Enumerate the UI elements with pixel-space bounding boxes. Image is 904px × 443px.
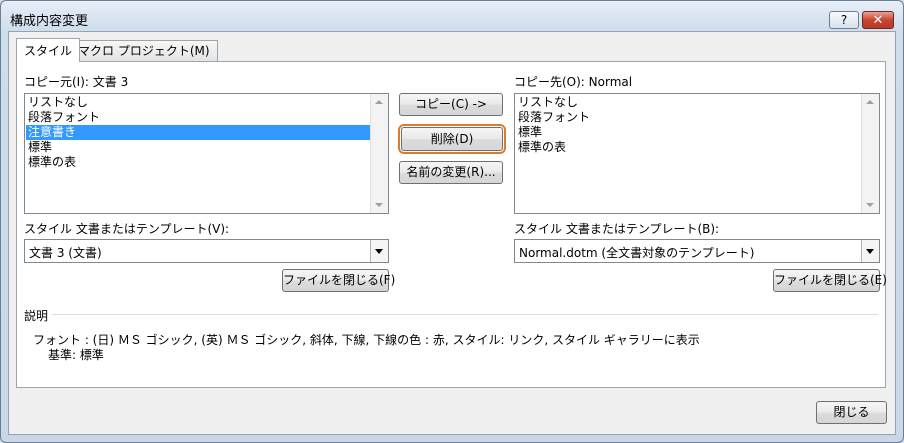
target-template-dropdown[interactable] bbox=[861, 240, 879, 262]
copy-to-label: コピー先(O): Normal bbox=[514, 75, 633, 89]
window-title: 構成内容変更 bbox=[10, 14, 89, 29]
target-close-file-button[interactable]: ファイルを閉じる(E) bbox=[773, 269, 887, 292]
tab-macro-project[interactable]: マクロ プロジェクト(M) bbox=[70, 40, 218, 62]
copy-button[interactable]: コピー(C) -> bbox=[399, 93, 503, 116]
description-heading: 説明 bbox=[24, 309, 49, 323]
description-base-text: 基準: 標準 bbox=[48, 348, 104, 362]
scroll-up-icon[interactable] bbox=[375, 100, 383, 104]
tab-style[interactable]: スタイル bbox=[16, 38, 81, 62]
source-template-value: 文書 3 (文書) bbox=[29, 246, 102, 260]
list-item[interactable]: リストなし bbox=[26, 95, 370, 110]
list-item[interactable]: 段落フォント bbox=[26, 110, 370, 125]
help-button[interactable]: ? bbox=[829, 11, 859, 29]
source-list-scrollbar[interactable] bbox=[370, 94, 388, 213]
scroll-down-icon[interactable] bbox=[375, 203, 383, 207]
list-item[interactable]: 段落フォント bbox=[516, 110, 861, 125]
list-item[interactable]: 標準 bbox=[516, 125, 861, 140]
list-item[interactable]: 注意書き bbox=[26, 125, 370, 140]
target-template-combo[interactable]: Normal.dotm (全文書対象のテンプレート) bbox=[514, 239, 880, 263]
chevron-down-icon bbox=[375, 249, 383, 254]
description-font-text: フォント : (日) ＭＳ ゴシック, (英) ＭＳ ゴシック, 斜体, 下線,… bbox=[33, 333, 700, 347]
close-dialog-button[interactable]: 閉じる bbox=[816, 401, 887, 424]
scroll-up-icon[interactable] bbox=[866, 100, 874, 104]
close-icon: ✕ bbox=[872, 13, 884, 28]
list-item[interactable]: 標準の表 bbox=[516, 140, 861, 155]
rename-button[interactable]: 名前の変更(R)... bbox=[399, 161, 503, 184]
source-close-file-button[interactable]: ファイルを閉じる(F) bbox=[282, 269, 395, 292]
source-template-dropdown[interactable] bbox=[370, 240, 388, 262]
source-style-list[interactable]: リストなし 段落フォント 注意書き 標準 標準の表 bbox=[24, 93, 389, 214]
target-template-value: Normal.dotm (全文書対象のテンプレート) bbox=[519, 246, 755, 260]
list-item[interactable]: 標準の表 bbox=[26, 155, 370, 170]
source-template-label: スタイル 文書またはテンプレート(V): bbox=[24, 222, 230, 236]
list-item[interactable]: 標準 bbox=[26, 140, 370, 155]
list-item[interactable]: リストなし bbox=[516, 95, 861, 110]
chevron-down-icon bbox=[866, 249, 874, 254]
scroll-down-icon[interactable] bbox=[866, 203, 874, 207]
target-list-scrollbar[interactable] bbox=[861, 94, 879, 213]
target-style-list[interactable]: リストなし 段落フォント 標準 標準の表 bbox=[514, 93, 880, 214]
copy-from-label: コピー元(I): 文書 3 bbox=[24, 75, 129, 89]
description-separator bbox=[52, 314, 878, 315]
window-close-button[interactable]: ✕ bbox=[862, 11, 894, 29]
target-template-label: スタイル 文書またはテンプレート(B): bbox=[514, 222, 720, 236]
delete-button[interactable]: 削除(D) bbox=[398, 124, 506, 154]
source-template-combo[interactable]: 文書 3 (文書) bbox=[24, 239, 389, 263]
